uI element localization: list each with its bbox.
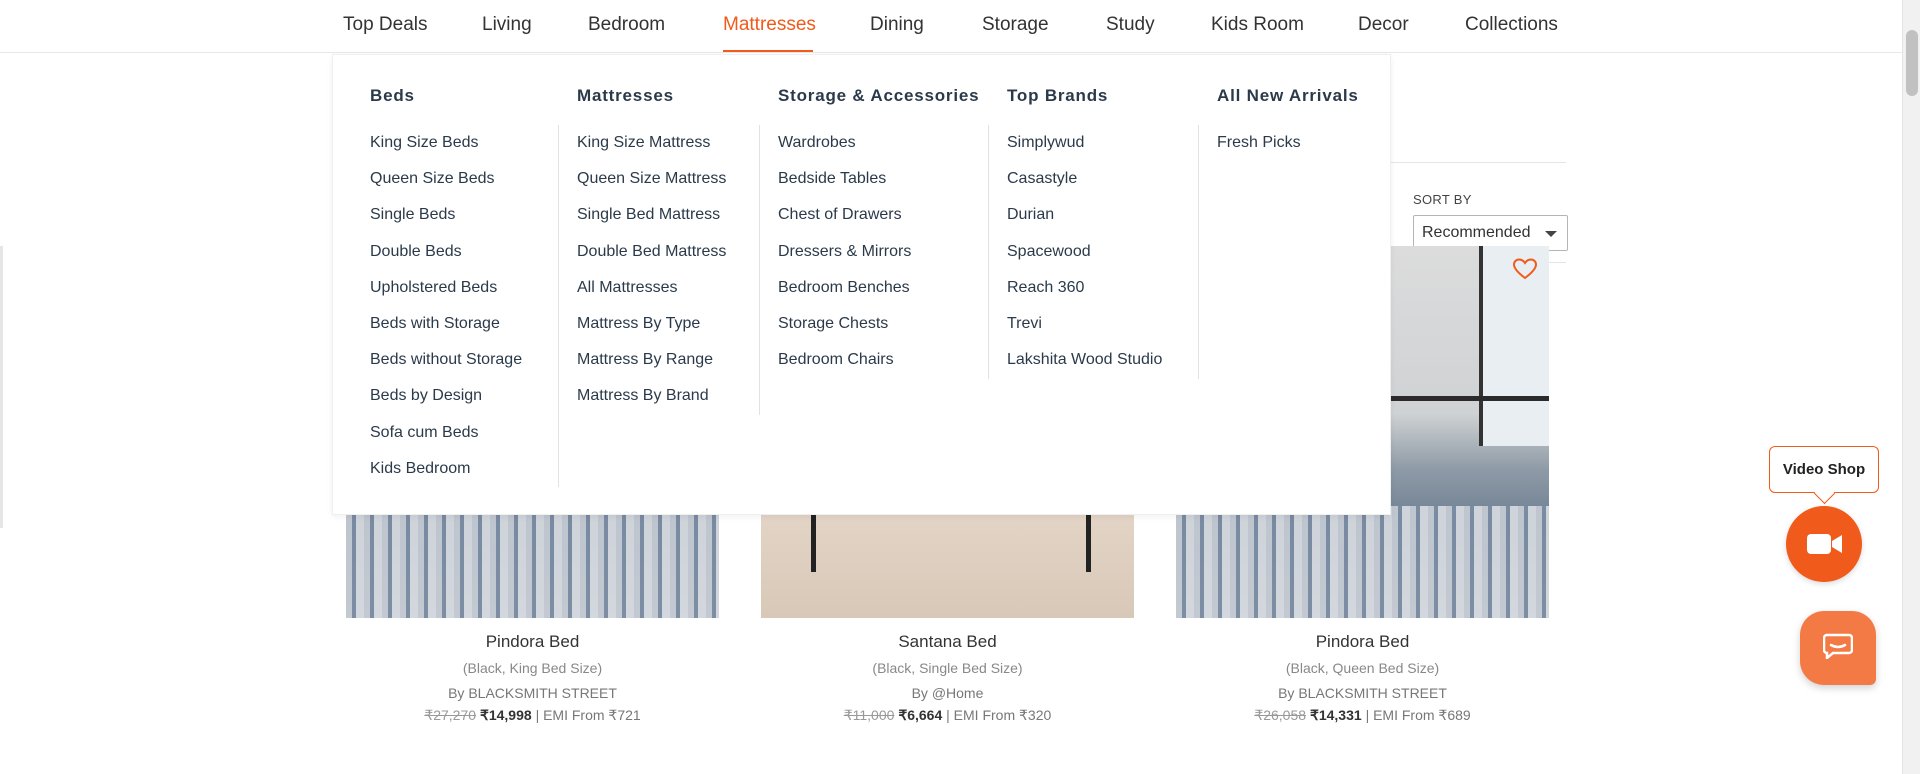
menu-link[interactable]: Reach 360 [1007, 279, 1162, 315]
video-shop-button[interactable] [1786, 506, 1862, 582]
menu-link[interactable]: Casastyle [1007, 170, 1162, 206]
product-name[interactable]: Santana Bed [761, 632, 1134, 652]
sort-label: SORT BY [1413, 192, 1472, 207]
product-brand: By BLACKSMITH STREET [448, 685, 617, 701]
mega-menu: Beds King Size Beds Queen Size Beds Sing… [332, 54, 1391, 515]
column-divider [988, 125, 989, 379]
column-divider [558, 125, 559, 487]
scrollbar-thumb[interactable] [1906, 30, 1918, 96]
menu-link[interactable]: Single Bed Mattress [577, 206, 726, 242]
menu-column-heading[interactable]: Top Brands [1007, 86, 1108, 106]
menu-link[interactable]: Mattress By Type [577, 315, 726, 351]
menu-link[interactable]: Bedside Tables [778, 170, 911, 206]
nav-study[interactable]: Study [1106, 14, 1155, 36]
product-mrp: ₹26,058 [1254, 707, 1307, 723]
menu-link[interactable]: Queen Size Beds [370, 170, 522, 206]
product-emi: | EMI From ₹320 [946, 707, 1052, 723]
product-name[interactable]: Pindora Bed [346, 632, 719, 652]
menu-link[interactable]: Sofa cum Beds [370, 424, 522, 460]
menu-link[interactable]: Lakshita Wood Studio [1007, 351, 1162, 387]
nav-mattresses[interactable]: Mattresses [723, 14, 816, 36]
divider [1390, 162, 1566, 163]
menu-link[interactable]: Fresh Picks [1217, 134, 1301, 170]
product-sale-price: ₹6,664 [898, 707, 943, 723]
menu-link[interactable]: Durian [1007, 206, 1162, 242]
menu-link[interactable]: Wardrobes [778, 134, 911, 170]
menu-link[interactable]: Single Beds [370, 206, 522, 242]
menu-link[interactable]: King Size Mattress [577, 134, 726, 170]
column-divider [1198, 125, 1199, 379]
video-shop-tooltip[interactable]: Video Shop [1769, 446, 1879, 493]
menu-link-list: Wardrobes Bedside Tables Chest of Drawer… [778, 134, 911, 387]
sort-select-value: Recommended [1422, 224, 1531, 241]
product-mrp: ₹27,270 [424, 707, 477, 723]
menu-link[interactable]: Dressers & Mirrors [778, 243, 911, 279]
product-variant: (Black, King Bed Size) [462, 660, 603, 676]
nav-storage[interactable]: Storage [982, 14, 1049, 36]
rug [346, 506, 719, 618]
nav-dining[interactable]: Dining [870, 14, 924, 36]
nav-top-deals[interactable]: Top Deals [343, 14, 428, 36]
nav-collections[interactable]: Collections [1465, 14, 1558, 36]
menu-column-heading[interactable]: All New Arrivals [1217, 86, 1359, 106]
menu-link[interactable]: Beds without Storage [370, 351, 522, 387]
filter-panel-edge [0, 246, 3, 528]
menu-link[interactable]: Double Bed Mattress [577, 243, 726, 279]
product-price: ₹11,000 ₹6,664 | EMI From ₹320 [761, 707, 1134, 724]
menu-link[interactable]: Bedroom Benches [778, 279, 911, 315]
menu-column-heading[interactable]: Storage & Accessories [778, 86, 979, 106]
nav-kids-room[interactable]: Kids Room [1211, 14, 1304, 36]
top-navigation: Top Deals Living Bedroom Mattresses Dini… [0, 0, 1902, 53]
product-variant: (Black, Single Bed Size) [872, 660, 1023, 676]
menu-link-list: Fresh Picks [1217, 134, 1301, 170]
product-price: ₹27,270 ₹14,998 | EMI From ₹721 [346, 707, 719, 724]
menu-link[interactable]: Trevi [1007, 315, 1162, 351]
menu-link[interactable]: All Mattresses [577, 279, 726, 315]
product-variant: (Black, Queen Bed Size) [1285, 660, 1440, 676]
chat-button[interactable] [1800, 611, 1876, 685]
video-camera-icon [1807, 534, 1842, 554]
page-scrollbar[interactable] [1902, 0, 1920, 774]
menu-link[interactable]: Double Beds [370, 243, 522, 279]
menu-link[interactable]: Queen Size Mattress [577, 170, 726, 206]
menu-column-heading[interactable]: Mattresses [577, 86, 674, 106]
menu-link-list: King Size Mattress Queen Size Mattress S… [577, 134, 726, 424]
menu-link-list: King Size Beds Queen Size Beds Single Be… [370, 134, 522, 496]
heart-icon[interactable] [1512, 258, 1538, 280]
product-brand: By @Home [911, 685, 984, 701]
chat-bubble-icon [1823, 633, 1853, 659]
product-emi: | EMI From ₹689 [1365, 707, 1471, 723]
menu-link[interactable]: Beds by Design [370, 387, 522, 423]
product-price: ₹26,058 ₹14,331 | EMI From ₹689 [1176, 707, 1549, 724]
menu-link[interactable]: Kids Bedroom [370, 460, 522, 496]
product-sale-price: ₹14,998 [479, 707, 532, 723]
menu-column-heading[interactable]: Beds [370, 86, 415, 106]
menu-link[interactable]: Simplywud [1007, 134, 1162, 170]
menu-link[interactable]: Storage Chests [778, 315, 911, 351]
column-divider [759, 125, 760, 415]
nav-decor[interactable]: Decor [1358, 14, 1409, 36]
rug [1176, 506, 1549, 618]
product-sale-price: ₹14,331 [1309, 707, 1362, 723]
menu-link-list: Simplywud Casastyle Durian Spacewood Rea… [1007, 134, 1162, 387]
nav-living[interactable]: Living [482, 14, 532, 36]
product-brand: By BLACKSMITH STREET [1278, 685, 1447, 701]
menu-link[interactable]: Beds with Storage [370, 315, 522, 351]
nav-bedroom[interactable]: Bedroom [588, 14, 665, 36]
menu-link[interactable]: Mattress By Range [577, 351, 726, 387]
menu-link[interactable]: Mattress By Brand [577, 387, 726, 423]
product-emi: | EMI From ₹721 [535, 707, 641, 723]
menu-link[interactable]: Upholstered Beds [370, 279, 522, 315]
product-name[interactable]: Pindora Bed [1176, 632, 1549, 652]
menu-link[interactable]: King Size Beds [370, 134, 522, 170]
menu-link[interactable]: Chest of Drawers [778, 206, 911, 242]
product-mrp: ₹11,000 [843, 707, 895, 723]
caret-down-icon [1545, 231, 1557, 237]
active-tab-indicator [723, 50, 813, 52]
menu-link[interactable]: Spacewood [1007, 243, 1162, 279]
menu-link[interactable]: Bedroom Chairs [778, 351, 911, 387]
